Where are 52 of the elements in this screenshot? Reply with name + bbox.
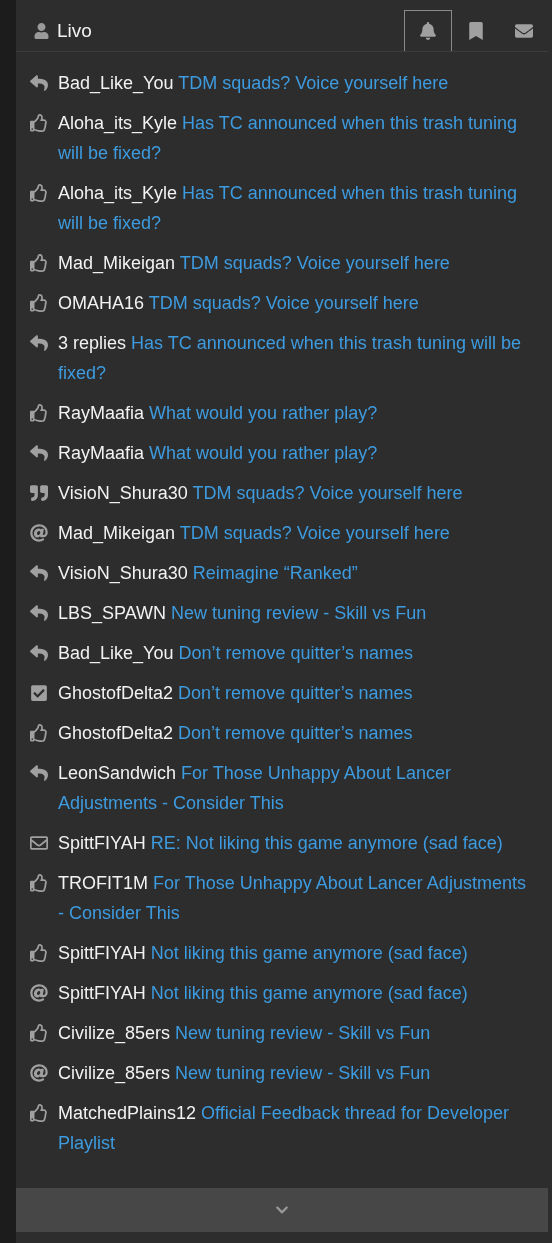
thumbs-up-icon	[29, 254, 49, 272]
notification-link[interactable]: Mad_Mikeigan TDM squads? Voice yourself here	[58, 518, 464, 548]
notification-link[interactable]: RayMaafia What would you rather play?	[58, 398, 392, 428]
notification-link[interactable]: SpittFIYAH Not liking this game anymore (sad face)	[58, 978, 482, 1008]
bookmark-icon	[467, 21, 485, 40]
notification-link[interactable]: Civilize_85ers New tuning review - Skill vs Fun	[58, 1018, 445, 1048]
notification-link[interactable]: OMAHA16 TDM squads? Voice yourself here	[58, 288, 433, 318]
reply-icon	[29, 564, 49, 582]
thumbs-up-icon	[29, 184, 49, 202]
quote-icon	[29, 484, 49, 502]
notification-link[interactable]: Aloha_its_Kyle Has TC announced when this trash tuning will be fixed?	[58, 108, 548, 168]
at-sign-icon	[29, 1064, 49, 1082]
notification-link[interactable]: SpittFIYAH Not liking this game anymore (sad face)	[58, 938, 482, 968]
envelope-icon	[515, 21, 533, 40]
notification-link[interactable]: GhostofDelta2 Don’t remove quitter’s names	[58, 718, 427, 748]
bell-icon	[419, 22, 437, 40]
thumbs-up-icon	[29, 724, 49, 742]
notification-link[interactable]: Bad_Like_You Don’t remove quitter’s names	[58, 638, 427, 668]
thumbs-up-icon	[29, 1104, 49, 1122]
envelope-icon	[29, 834, 49, 852]
at-sign-icon	[29, 984, 49, 1002]
thumbs-up-icon	[29, 404, 49, 422]
thumbs-up-icon	[29, 114, 49, 132]
notification-link[interactable]: VisioN_Shura30 Reimagine “Ranked”	[58, 558, 372, 588]
notification-link[interactable]: Bad_Like_You TDM squads? Voice yourself here	[58, 68, 463, 98]
notification-link[interactable]: VisioN_Shura30 TDM squads? Voice yourself here	[58, 478, 477, 508]
notification-link[interactable]: LBS_SPAWN New tuning review - Skill vs Fun	[58, 598, 441, 628]
notification-link[interactable]: Mad_Mikeigan TDM squads? Voice yourself here	[58, 248, 464, 278]
notification-link[interactable]: 3 replies Has TC announced when this trash tuning will be fixed?	[58, 328, 548, 388]
notification-link[interactable]: MatchedPlains12 Official Feedback thread for Developer Playlist	[58, 1098, 548, 1158]
notification-link[interactable]: Aloha_its_Kyle Has TC announced when this trash tuning will be fixed?	[58, 178, 548, 238]
reply-icon	[29, 644, 49, 662]
notification-link[interactable]: TROFIT1M For Those Unhappy About Lancer Adjustments - Consider This	[58, 868, 548, 928]
reply-icon	[29, 74, 49, 92]
notification-link[interactable]: RayMaafia What would you rather play?	[58, 438, 392, 468]
thumbs-up-icon	[29, 944, 49, 962]
reply-icon	[29, 764, 49, 782]
thumbs-up-icon	[29, 1024, 49, 1042]
tab[interactable]	[404, 10, 452, 51]
notification-link[interactable]: GhostofDelta2 Don’t remove quitter’s names	[58, 678, 427, 708]
at-sign-icon	[29, 524, 49, 542]
checkbox-icon	[29, 684, 49, 702]
thumbs-up-icon	[29, 874, 49, 892]
thumbs-up-icon	[29, 294, 49, 312]
user-name: Livo	[57, 18, 92, 43]
reply-icon	[29, 444, 49, 462]
user-icon	[34, 23, 49, 39]
notification-link[interactable]: LeonSandwich For Those Unhappy About Lancer Adjustments - Consider This	[58, 758, 548, 818]
notification-link[interactable]: Civilize_85ers New tuning review - Skill vs Fun	[58, 1058, 445, 1088]
reply-icon	[29, 604, 49, 622]
notification-link[interactable]: SpittFIYAH RE: Not liking this game anymore (sad face)	[58, 828, 517, 858]
reply-icon	[29, 334, 49, 352]
